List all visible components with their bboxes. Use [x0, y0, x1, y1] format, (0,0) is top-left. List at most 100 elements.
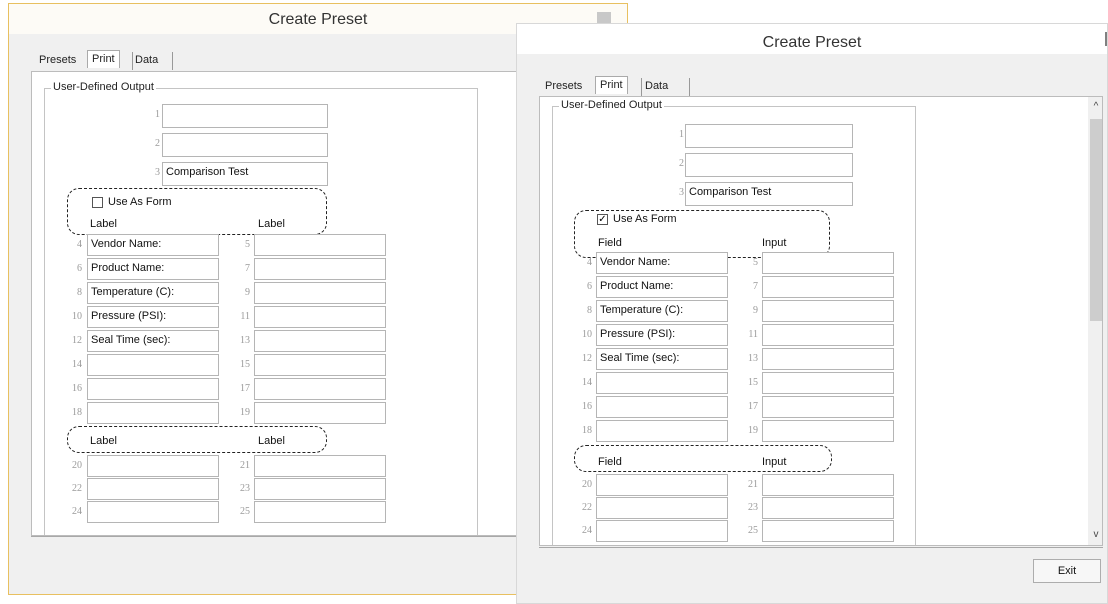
field-number: 18 — [72, 407, 82, 418]
field-label-input[interactable] — [87, 402, 219, 424]
field-label-input[interactable]: Vendor Name: — [596, 252, 728, 274]
field-number: 12 — [72, 335, 82, 346]
field-label-input[interactable]: Pressure (PSI): — [596, 324, 728, 346]
column-header-left: Label — [90, 435, 117, 447]
field-number: 24 — [72, 506, 82, 517]
field-value-input[interactable] — [254, 501, 386, 523]
field-label-input[interactable]: Temperature (C): — [596, 300, 728, 322]
field-number: 24 — [582, 525, 592, 536]
field-label-input[interactable] — [596, 497, 728, 519]
field-value-input[interactable] — [762, 252, 894, 274]
field-label-input[interactable]: Seal Time (sec): — [596, 348, 728, 370]
tab-presets[interactable]: Presets — [39, 52, 76, 66]
title-bar: Create Preset — [517, 24, 1107, 54]
scroll-down-icon[interactable]: v — [1089, 529, 1102, 540]
output-line-input[interactable]: Comparison Test — [162, 162, 328, 186]
field-label-input[interactable]: Product Name: — [596, 276, 728, 298]
field-label-input[interactable]: Seal Time (sec): — [87, 330, 219, 352]
field-label-input[interactable]: Product Name: — [87, 258, 219, 280]
field-value-input[interactable] — [254, 402, 386, 424]
field-value-input[interactable] — [762, 372, 894, 394]
column-header-field: Field — [598, 237, 622, 249]
field-number: 19 — [748, 425, 758, 436]
field-value-input[interactable] — [254, 234, 386, 256]
field-value-input[interactable] — [762, 276, 894, 298]
field-label-input[interactable] — [596, 420, 728, 442]
field-number: 23 — [748, 502, 758, 513]
field-value-input[interactable] — [762, 396, 894, 418]
field-number: 22 — [72, 483, 82, 494]
tab-divider — [131, 52, 133, 70]
field-value-input[interactable] — [254, 354, 386, 376]
output-line-input[interactable] — [162, 104, 328, 128]
field-value-input[interactable] — [254, 306, 386, 328]
field-value-input[interactable] — [254, 258, 386, 280]
output-line-input[interactable] — [685, 153, 853, 177]
output-line-input[interactable] — [162, 133, 328, 157]
column-header-right: Label — [258, 435, 285, 447]
field-number: 20 — [582, 479, 592, 490]
divider — [539, 547, 1103, 548]
tab-print[interactable]: Print — [595, 76, 628, 94]
field-number: 17 — [240, 383, 250, 394]
field-number: 21 — [748, 479, 758, 490]
output-line-input[interactable] — [685, 124, 853, 148]
field-number: 22 — [582, 502, 592, 513]
scrollbar-thumb[interactable] — [1090, 119, 1102, 321]
create-preset-window-right: Create Preset Presets Print Data User-De… — [516, 23, 1108, 604]
field-label-input[interactable] — [596, 520, 728, 542]
tab-data[interactable]: Data — [645, 78, 668, 92]
field-value-input[interactable] — [254, 282, 386, 304]
field-number: 8 — [77, 287, 82, 298]
column-header-input: Input — [762, 237, 787, 249]
field-label-input[interactable]: Vendor Name: — [87, 234, 219, 256]
field-number: 11 — [240, 311, 250, 322]
field-value-input[interactable] — [254, 478, 386, 500]
field-number: 20 — [72, 460, 82, 471]
field-label-input[interactable]: Temperature (C): — [87, 282, 219, 304]
tab-data[interactable]: Data — [135, 52, 158, 66]
tab-presets[interactable]: Presets — [545, 78, 582, 92]
field-number: 7 — [245, 263, 250, 274]
field-label-input[interactable] — [596, 396, 728, 418]
field-label-input[interactable] — [596, 474, 728, 496]
field-number: 5 — [753, 257, 758, 268]
field-value-input[interactable] — [762, 497, 894, 519]
field-value-input[interactable] — [254, 378, 386, 400]
field-label-input[interactable] — [596, 372, 728, 394]
field-number: 14 — [582, 377, 592, 388]
field-number: 4 — [77, 239, 82, 250]
column-header-field: Field — [598, 456, 622, 468]
line-number: 3 — [155, 167, 160, 178]
column-header-right: Label — [258, 218, 285, 230]
field-value-input[interactable] — [254, 330, 386, 352]
use-as-form-checkbox[interactable] — [92, 197, 103, 208]
field-number: 6 — [77, 263, 82, 274]
field-value-input[interactable] — [762, 520, 894, 542]
field-value-input[interactable] — [762, 348, 894, 370]
line-number: 1 — [155, 109, 160, 120]
field-label-input[interactable] — [87, 354, 219, 376]
field-label-input[interactable] — [87, 455, 219, 477]
tab-print[interactable]: Print — [87, 50, 120, 68]
field-number: 18 — [582, 425, 592, 436]
field-value-input[interactable] — [762, 324, 894, 346]
field-value-input[interactable] — [254, 455, 386, 477]
field-label-input[interactable] — [87, 478, 219, 500]
field-value-input[interactable] — [762, 474, 894, 496]
use-as-form-checkbox[interactable]: ✓ — [597, 214, 608, 225]
output-line-input[interactable]: Comparison Test — [685, 182, 853, 206]
use-as-form-label: Use As Form — [613, 213, 677, 225]
exit-button[interactable]: Exit — [1033, 559, 1101, 583]
field-number: 15 — [748, 377, 758, 388]
vertical-scrollbar[interactable]: ^ v — [1088, 97, 1102, 545]
field-number: 13 — [240, 335, 250, 346]
line-number: 2 — [679, 158, 684, 169]
scroll-up-icon[interactable]: ^ — [1089, 101, 1102, 112]
field-number: 12 — [582, 353, 592, 364]
field-label-input[interactable]: Pressure (PSI): — [87, 306, 219, 328]
field-value-input[interactable] — [762, 300, 894, 322]
field-label-input[interactable] — [87, 501, 219, 523]
field-value-input[interactable] — [762, 420, 894, 442]
field-label-input[interactable] — [87, 378, 219, 400]
